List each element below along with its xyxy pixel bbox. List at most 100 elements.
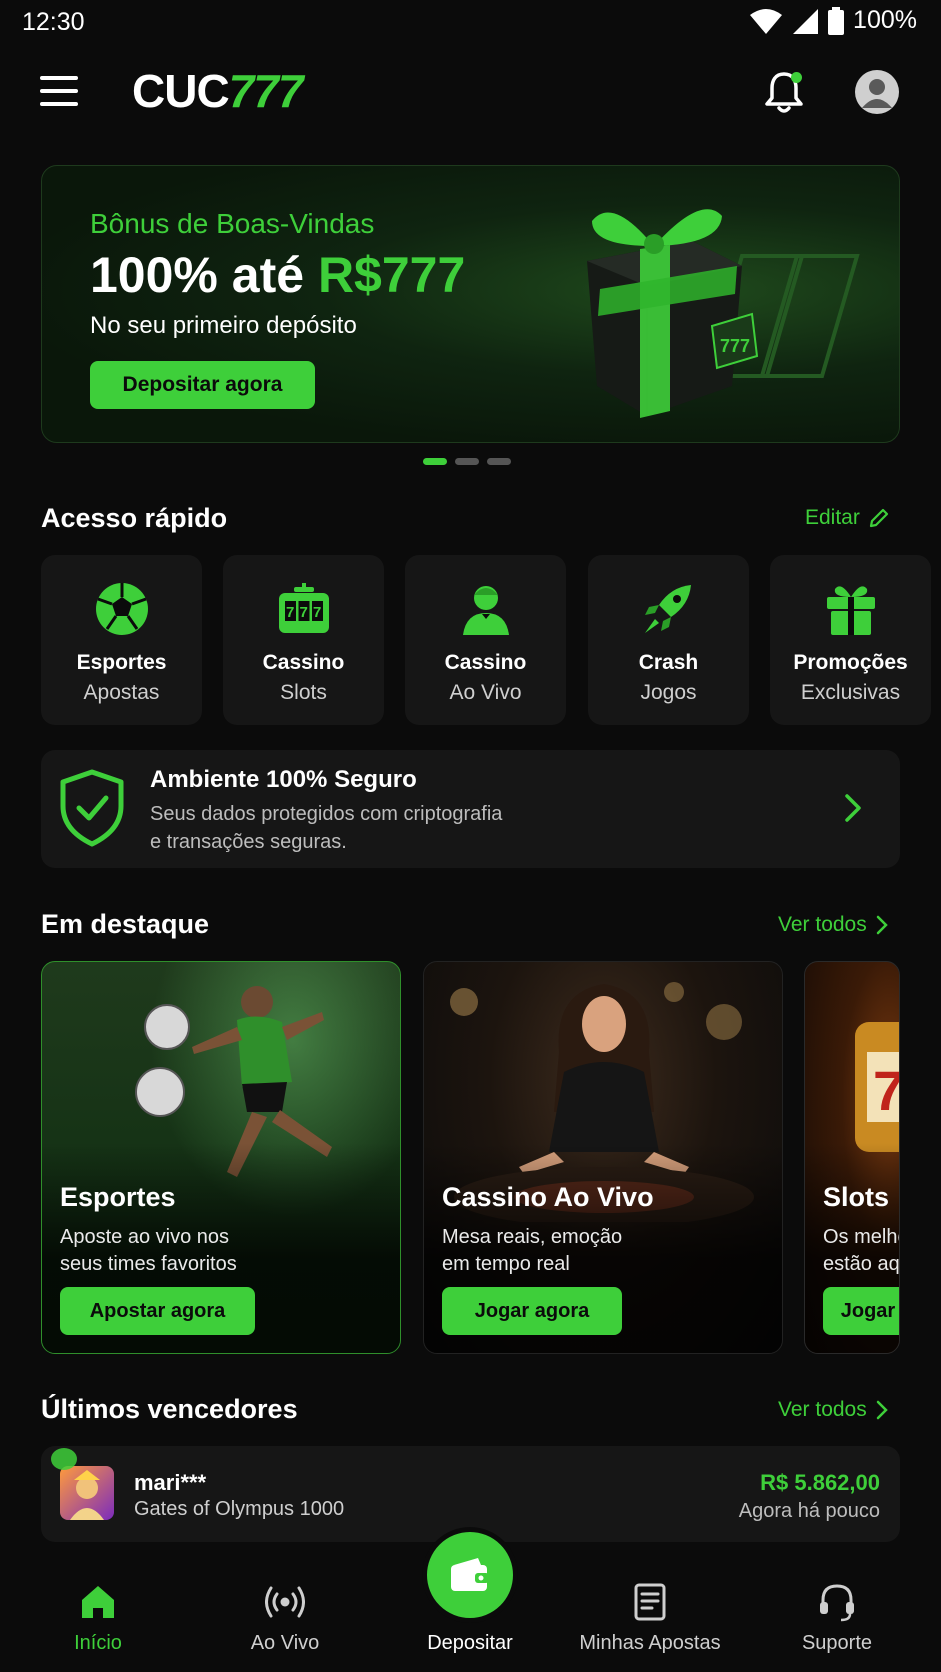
rocket-icon [644,585,691,633]
edit-quick-access-link[interactable]: Editar [805,506,890,530]
featured-card-description-line: Aposte ao vivo nos [60,1226,229,1248]
featured-card-description-line: Os melhores [823,1226,899,1248]
logo-text-white: CUC [132,65,230,117]
security-title: Ambiente 100% Seguro [150,766,417,793]
featured-card-description: Aposte ao vivo nos seus times favoritos [60,1224,300,1278]
carousel-dot[interactable] [455,458,479,465]
nav-label: Minhas Apostas [579,1632,721,1654]
chevron-right-icon [876,915,888,935]
featured-card-description-line: Mesa reais, emoção [442,1226,623,1248]
quick-access-promotions[interactable]: Promoções Exclusivas [770,555,931,725]
battery-percent: 100% [853,6,917,34]
security-card[interactable]: Ambiente 100% Seguro Seus dados protegid… [41,750,900,868]
deposit-fab-button[interactable] [422,1527,518,1623]
headset-icon [820,1584,854,1622]
featured-title: Em destaque [41,909,210,939]
edit-label: Editar [805,506,860,529]
quick-access-label: Cassino [444,651,527,674]
wallet-icon [451,1558,489,1591]
featured-see-all-link[interactable]: Ver todos [778,913,889,937]
winner-time: Agora há pouco [738,1500,880,1522]
svg-text:7: 7 [299,604,307,621]
status-icons: 100% [749,6,917,35]
dealer-icon [462,586,509,635]
gift-icon [826,586,875,635]
security-description-line: Seus dados protegidos com criptografia [150,803,503,825]
featured-card-slots[interactable]: 7 Slots Os melhores estão aqui Jogar ago… [804,961,900,1354]
status-time: 12:30 [22,8,85,36]
cellular-signal-icon [793,8,819,34]
welcome-bonus-banner[interactable]: Bônus de Boas-Vindas 100% até R$777 No s… [41,165,900,443]
nav-label: Início [74,1632,122,1654]
security-description: Seus dados protegidos com criptografia e… [150,800,570,856]
quick-access-sports[interactable]: Esportes Apostas [41,555,202,725]
nav-home[interactable]: Início [38,1560,158,1655]
notifications-button[interactable] [764,70,804,114]
pencil-icon [869,508,888,528]
banner-title-highlight: R$777 [317,247,466,303]
wifi-icon [750,8,783,34]
olympus-game-icon [70,1470,104,1520]
battery-icon [828,6,845,35]
logo-text-green: 777 [228,65,304,117]
gift-box-illustration: 777 [587,209,860,418]
deposit-now-button[interactable]: Depositar agora [90,361,315,409]
carousel-dot[interactable] [487,458,511,465]
nav-label: Ao Vivo [250,1632,320,1654]
featured-card-title: Esportes [60,1182,176,1212]
winners-title: Últimos vencedores [41,1394,298,1424]
quick-access-label: Esportes [76,651,167,674]
gift-tag-text: 777 [720,336,750,356]
nav-support[interactable]: Suporte [777,1560,897,1655]
quick-access-sublabel: Slots [280,681,327,704]
quick-access-sublabel: Jogos [640,681,697,704]
banner-carousel-dots[interactable] [423,458,511,465]
featured-card-title: Slots [823,1182,890,1212]
menu-icon[interactable] [40,76,78,106]
featured-card-description-line: estão aqui [823,1253,900,1275]
svg-text:7: 7 [286,604,294,621]
play-now-button[interactable]: Jogar agora [442,1287,622,1335]
chevron-right-icon[interactable] [841,792,865,824]
notification-dot [791,72,802,83]
user-avatar-button[interactable] [855,70,899,114]
app-logo[interactable]: CUC777 [132,64,304,118]
nav-label: Suporte [801,1632,873,1654]
quick-access-slots[interactable]: 7 7 7 Cassino Slots [223,555,384,725]
featured-card-live-casino[interactable]: Cassino Ao Vivo Mesa reais, emoção em te… [423,961,783,1354]
see-all-label: Ver todos [778,1398,867,1421]
nav-my-bets[interactable]: Minhas Apostas [570,1560,730,1655]
featured-card-description: Mesa reais, emoção em tempo real [442,1224,682,1278]
featured-card-description: Os melhores estão aqui [823,1224,900,1278]
carousel-dot[interactable] [423,458,447,465]
shield-check-icon [60,769,124,847]
live-broadcast-icon [265,1586,305,1618]
nav-deposit-label[interactable]: Depositar [400,1632,540,1655]
home-icon [82,1586,114,1618]
bets-list-icon [634,1583,666,1621]
bet-now-button[interactable]: Apostar agora [60,1287,255,1335]
quick-access-sublabel: Exclusivas [800,681,901,704]
quick-access-sublabel: Apostas [83,681,160,704]
chevron-right-icon [876,1400,888,1420]
banner-title-prefix: 100% até [90,247,318,303]
game-thumbnail [60,1466,114,1520]
winner-status-dot [51,1448,77,1470]
featured-card-description-line: seus times favoritos [60,1253,237,1275]
security-description-line: e transações seguras. [150,831,347,853]
winner-amount: R$ 5.862,00 [760,1470,880,1495]
user-icon [862,79,892,108]
see-all-label: Ver todos [778,913,867,936]
slot-machine-icon: 7 7 7 [278,583,329,633]
winner-name: mari*** [134,1470,207,1495]
status-bar: 12:30 100% [0,0,941,44]
nav-live[interactable]: Ao Vivo [225,1560,345,1655]
banner-subtitle: Bônus de Boas-Vindas [90,208,375,239]
quick-access-live-casino[interactable]: Cassino Ao Vivo [405,555,566,725]
banner-title: 100% até R$777 [90,246,465,304]
winners-see-all-link[interactable]: Ver todos [778,1398,889,1422]
play-now-button[interactable]: Jogar agora [823,1287,899,1335]
featured-card-sports[interactable]: Esportes Aposte ao vivo nos seus times f… [41,961,401,1354]
svg-text:7: 7 [873,1059,900,1122]
quick-access-crash[interactable]: Crash Jogos [588,555,749,725]
